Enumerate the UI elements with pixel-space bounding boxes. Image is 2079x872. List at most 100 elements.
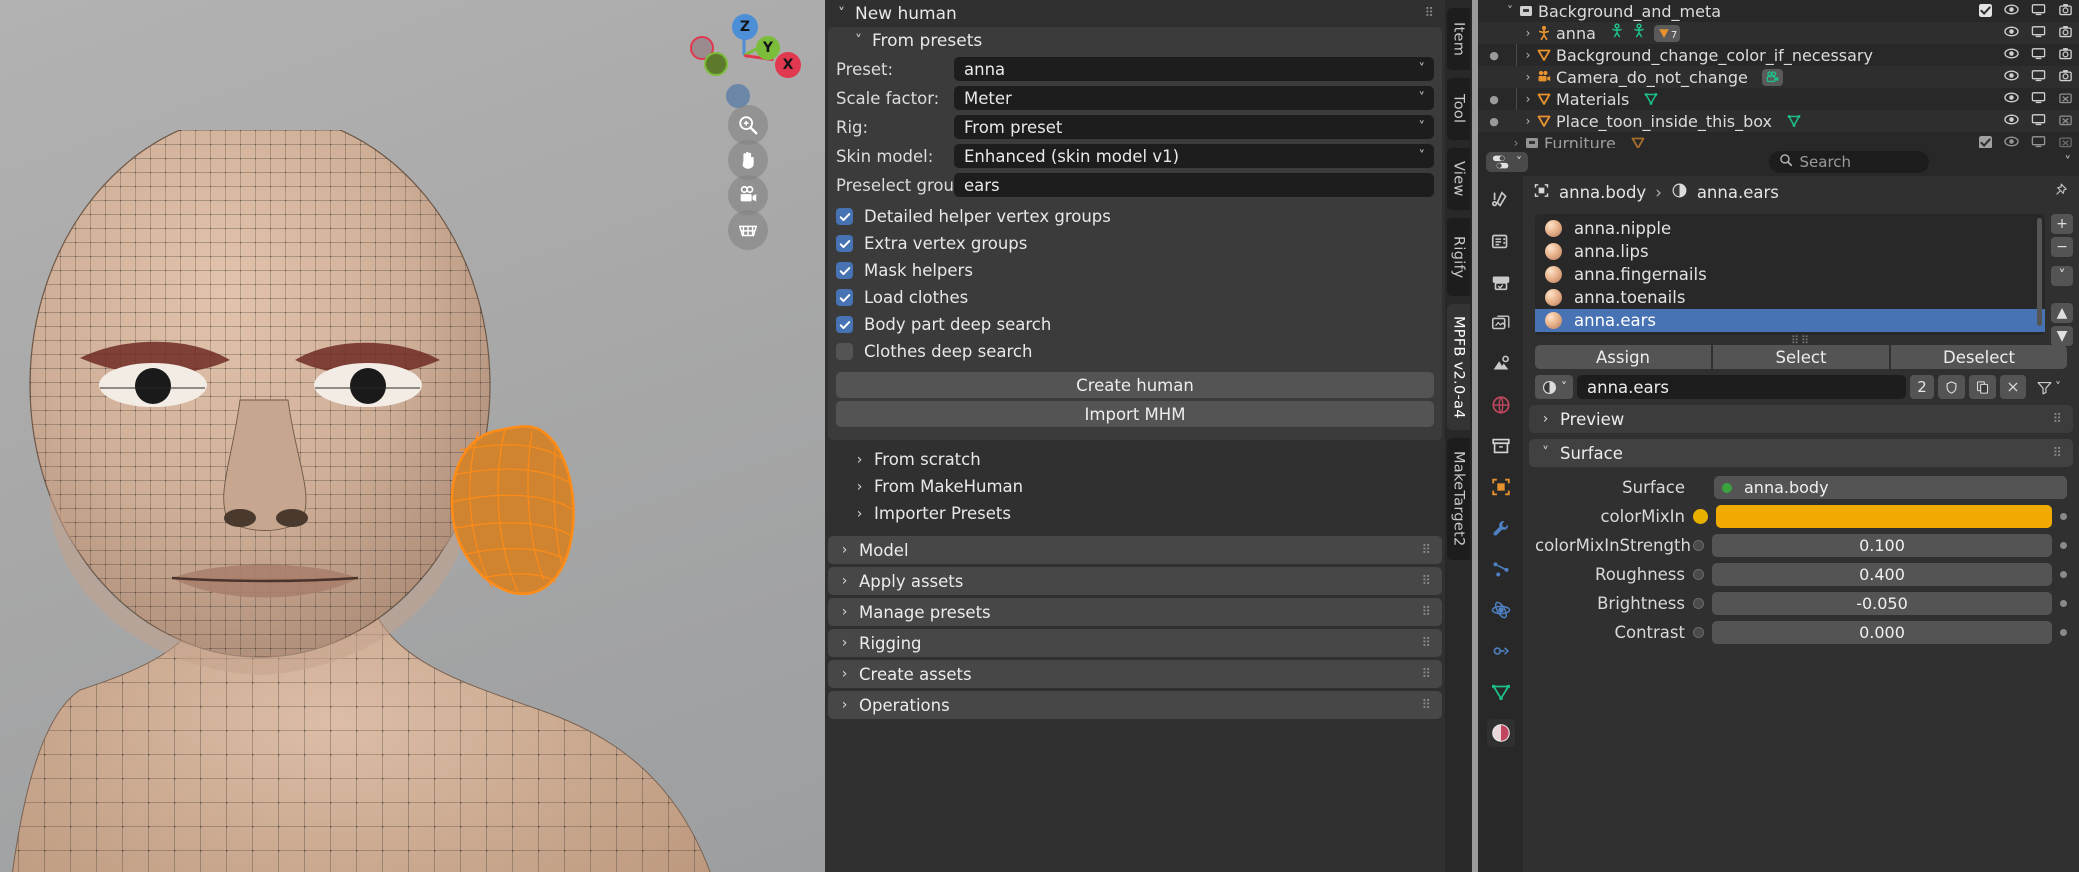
pose-icon[interactable] [1610,23,1626,43]
tab-object-data-properties[interactable] [1487,678,1515,706]
section-preview[interactable]: › Preview ⠿ [1529,405,2073,433]
checkbox-row-detailed-helper-vertex-groups[interactable]: Detailed helper vertex groups [836,203,1434,230]
tab-render-properties[interactable] [1487,227,1515,255]
properties-header[interactable]: ˅ Search ˅ [1478,148,2079,176]
material-slot-item[interactable]: anna.lips [1535,240,2045,263]
animate-property-dot[interactable] [2060,629,2067,636]
socket-dot[interactable] [1693,598,1704,609]
accordion-create-assets[interactable]: › Create assets ⠿ [828,660,1442,688]
properties-tab-column[interactable] [1478,176,1523,872]
subpanel-from-makehuman[interactable]: › From MakeHuman [825,473,1445,500]
camera-icon[interactable] [2058,2,2073,21]
move-slot-down-button[interactable]: ▼ [2051,326,2073,346]
chevron-right-icon[interactable]: › [1520,26,1536,40]
move-slot-up-button[interactable]: ▲ [2051,303,2073,323]
camera-icon[interactable] [2058,46,2073,65]
drag-dots-icon[interactable]: ⠿ [1421,636,1432,651]
subpanel-from-scratch[interactable]: › From scratch [825,446,1445,473]
fake-user-button[interactable] [1938,375,1965,399]
panel-header-new-human[interactable]: ˅ New human ⠿ [825,0,1445,27]
camera-icon[interactable] [728,175,768,215]
hand-icon[interactable] [728,140,768,180]
checkbox-icon[interactable] [1979,2,1992,21]
material-slot-item-selected[interactable]: anna.ears [1535,309,2045,332]
restrict-dot-icon[interactable]: ● [1486,115,1502,128]
checkbox-clothes-deep-search[interactable] [836,343,853,360]
outliner-editor[interactable]: ˅ Background_and_meta › anna 7 ● › Backg… [1478,0,2079,148]
accordion-manage-presets[interactable]: › Manage presets ⠿ [828,598,1442,626]
outliner-row-camera-do-not-change[interactable]: › Camera_do_not_change [1478,66,2079,88]
add-material-slot-button[interactable]: + [2051,214,2073,234]
render-off-icon[interactable] [2058,90,2073,109]
list-resize-grip[interactable]: ⠿⠿ [1523,334,2079,347]
brightness-value[interactable]: -0.050 [1712,592,2052,615]
browse-material-button[interactable]: ˅ [1535,375,1573,399]
screen-icon[interactable] [2031,68,2046,87]
mesh-data-icon[interactable] [1786,113,1802,129]
tab-tool[interactable]: Tool [1447,78,1470,140]
restrict-dot-icon[interactable]: ● [1486,49,1502,62]
colormixin-color-field[interactable] [1716,505,2052,528]
outliner-row-background-and-meta[interactable]: ˅ Background_and_meta [1478,0,2079,22]
chevron-right-icon[interactable]: › [1520,48,1536,62]
outliner-row-place-toon-inside-this-box[interactable]: ● › Place_toon_inside_this_box [1478,110,2079,132]
outliner-row-icons[interactable] [1979,134,2073,148]
checkbox-extra-vertex-groups[interactable] [836,235,853,252]
tab-output-properties[interactable] [1487,268,1515,296]
drag-dots-icon[interactable]: ⠿ [1421,543,1432,558]
checkbox-icon[interactable] [1979,134,1992,148]
tab-object-properties[interactable] [1487,473,1515,501]
new-material-copy-button[interactable] [1969,375,1996,399]
gizmo-axis-y[interactable]: Y [756,36,780,60]
drag-dots-icon[interactable]: ⠿ [1424,6,1435,21]
eye-icon[interactable] [2004,24,2019,43]
tab-item[interactable]: Item [1447,8,1470,70]
section-surface[interactable]: ˅ Surface ⠿ [1529,439,2073,467]
checkbox-row-load-clothes[interactable]: Load clothes [836,284,1434,311]
filter-icon[interactable]: ˅ [2030,375,2067,399]
chevron-right-icon[interactable]: › [1520,70,1536,84]
unlink-material-button[interactable] [2000,375,2026,399]
material-datablock-row[interactable]: ˅ anna.ears 2 ˅ [1535,375,2067,399]
outliner-row-icons[interactable] [1979,2,2073,21]
outliner-row-icons[interactable] [2004,24,2073,43]
surface-node-value[interactable]: anna.body [1714,476,2067,499]
remove-material-slot-button[interactable]: − [2051,237,2073,257]
camera-icon[interactable] [2058,24,2073,43]
checkbox-row-extra-vertex-groups[interactable]: Extra vertex groups [836,230,1434,257]
skin-model-dropdown[interactable]: Enhanced (skin model v1) ˅ [954,144,1434,168]
breadcrumb-material-label[interactable]: anna.ears [1697,183,1779,202]
subpanel-importer-presets[interactable]: › Importer Presets [825,500,1445,527]
tab-particle-properties[interactable] [1487,555,1515,583]
screen-icon[interactable] [2031,24,2046,43]
outliner-row-furniture[interactable]: › Furniture [1478,132,2079,148]
scale-factor-dropdown[interactable]: Meter ˅ [954,86,1434,110]
3d-viewport[interactable]: Z Y X [0,0,825,872]
screen-icon[interactable] [2031,2,2046,21]
material-slot-buttons[interactable]: + − ˅ ▲ ▼ [2051,214,2073,346]
checkbox-body-part-deep-search[interactable] [836,316,853,333]
gizmo-axis-neg-y[interactable] [704,52,728,76]
checkbox-mask-helpers[interactable] [836,262,853,279]
drag-dots-icon[interactable]: ⠿ [1421,667,1432,682]
tab-collection-properties[interactable] [1487,432,1515,460]
breadcrumb-object-label[interactable]: anna.body [1559,183,1646,202]
tab-mpfb[interactable]: MPFB v2.0-a4 [1447,304,1470,430]
drag-dots-icon[interactable]: ⠿ [1421,605,1432,620]
mesh-badge-7[interactable]: 7 [1653,24,1681,42]
chevron-down-icon[interactable]: ˅ [2065,155,2072,170]
drag-dots-icon[interactable]: ⠿ [2052,446,2063,461]
checkbox-row-clothes-deep-search[interactable]: Clothes deep search [836,338,1434,365]
tab-world-properties[interactable] [1487,391,1515,419]
camera-icon[interactable] [2058,68,2073,87]
checkbox-load-clothes[interactable] [836,289,853,306]
animate-property-dot[interactable] [2060,571,2067,578]
accordion-rigging[interactable]: › Rigging ⠿ [828,629,1442,657]
mesh-data-icon[interactable] [1643,91,1659,107]
socket-dot[interactable] [1693,569,1704,580]
import-mhm-button[interactable]: Import MHM [836,401,1434,427]
screen-icon[interactable] [2031,112,2046,131]
contrast-value[interactable]: 0.000 [1712,621,2052,644]
properties-editor[interactable]: ˅ Search ˅ anna.body › anna.ears anna.ni… [1478,148,2079,872]
chevron-right-icon[interactable]: › [1520,92,1536,106]
